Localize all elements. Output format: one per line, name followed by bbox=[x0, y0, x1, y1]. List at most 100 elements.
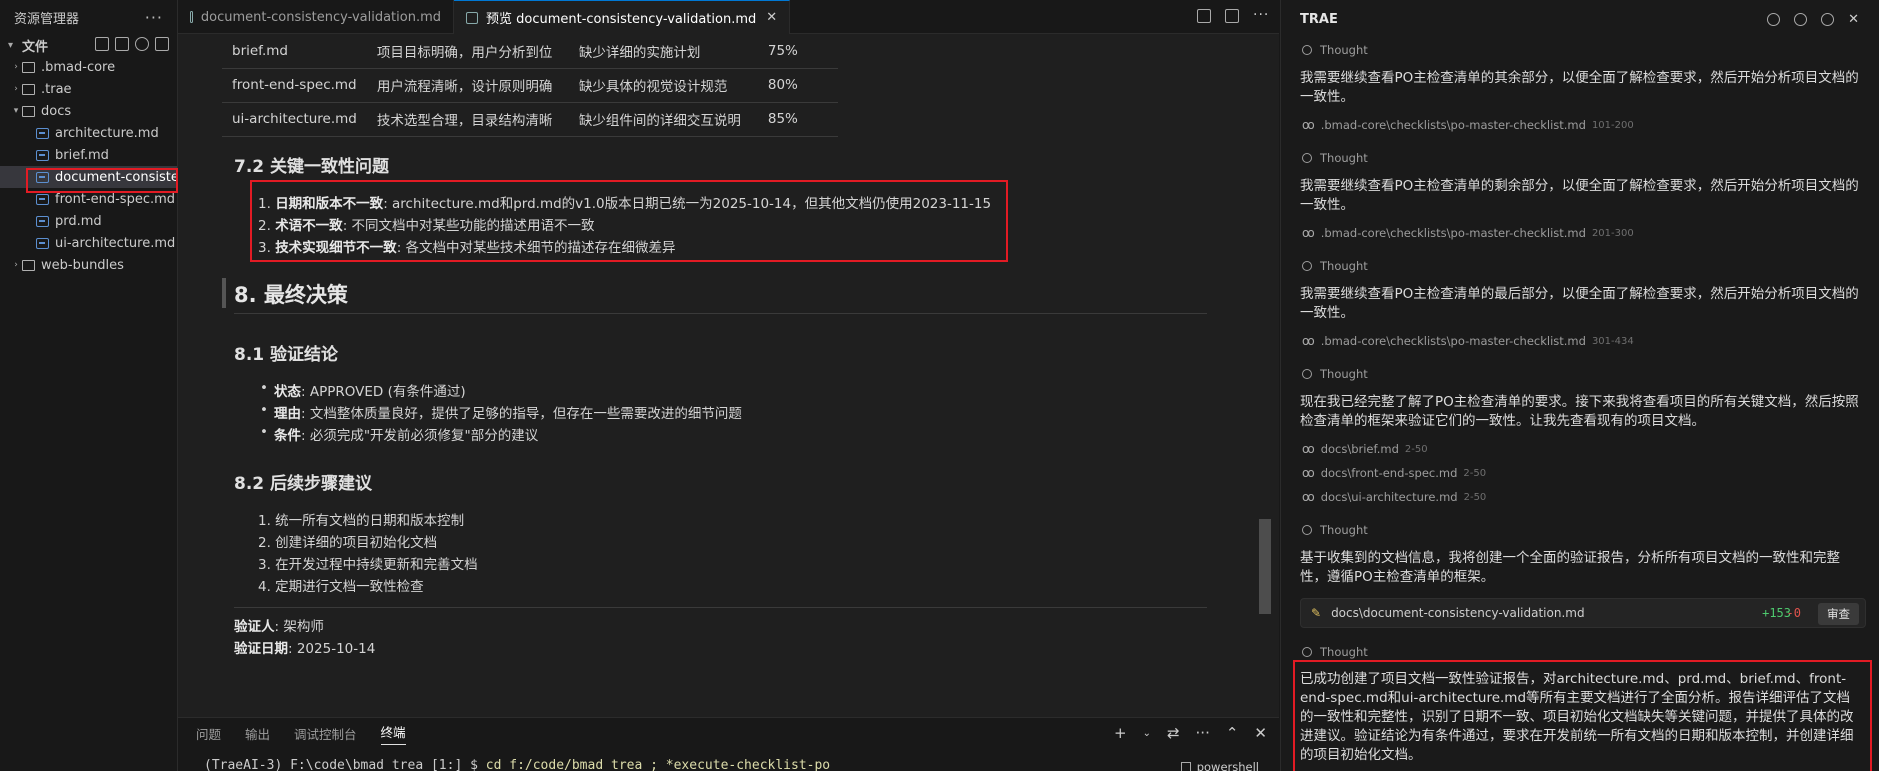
more-icon[interactable]: ··· bbox=[1253, 8, 1268, 23]
thought-icon bbox=[1302, 153, 1312, 163]
new-file-icon[interactable] bbox=[95, 37, 109, 51]
glasses-icon: oo bbox=[1302, 442, 1315, 456]
explorer-sidebar: 资源管理器 ··· ▾ 文件 › .bmad-core › .trae ▾ do… bbox=[0, 0, 178, 771]
file-change-card[interactable]: ✎ docs\document-consistency-validation.m… bbox=[1300, 598, 1866, 628]
tab-label: document-consistency-validation.md bbox=[200, 9, 441, 25]
markdown-preview[interactable]: brief.md 项目目标明确，用户分析到位 缺少详细的实施计划 75% fro… bbox=[178, 34, 1279, 717]
file-reference[interactable]: oo .bmad-core\checklists\po-master-checkl… bbox=[1302, 226, 1634, 240]
review-button[interactable]: 审查 bbox=[1818, 603, 1859, 625]
tab-debug-console[interactable]: 调试控制台 bbox=[294, 724, 357, 743]
scrollbar-thumb[interactable] bbox=[1259, 519, 1271, 614]
tab-output[interactable]: 输出 bbox=[245, 724, 270, 743]
tree-item-label: docs bbox=[41, 103, 72, 119]
split-editor-icon[interactable] bbox=[1225, 9, 1239, 23]
chat-message: 我需要继续查看PO主检查清单的剩余部分，以便全面了解检查要求，然后开始分析项目文… bbox=[1300, 178, 1859, 213]
tree-item-docs[interactable]: ▾ docs bbox=[0, 100, 177, 122]
thought-toggle[interactable]: Thought bbox=[1302, 645, 1368, 659]
list-text: : 文档整体质量良好，提供了足够的指导，但存在一些需要改进的细节问题 bbox=[301, 406, 742, 422]
trae-chat-panel: TRAE ✕ Thought 我需要继续查看PO主检查清单的其余部分，以便全面了… bbox=[1280, 0, 1879, 771]
more-icon[interactable]: ··· bbox=[145, 8, 163, 27]
markdown-file-icon bbox=[36, 171, 49, 183]
list-item: 3. 在开发过程中持续更新和完善文档 bbox=[258, 557, 478, 573]
thought-toggle[interactable]: Thought bbox=[1302, 523, 1368, 537]
preview-icon bbox=[466, 11, 478, 24]
chevron-down-icon: ▾ bbox=[13, 106, 19, 116]
edit-icon: ✎ bbox=[1311, 606, 1322, 620]
tree-item-brief[interactable]: brief.md bbox=[0, 144, 177, 166]
thought-label: Thought bbox=[1320, 259, 1368, 273]
verifier-label: 验证人 bbox=[234, 619, 275, 635]
chevron-down-icon: ▾ bbox=[8, 39, 14, 51]
refresh-icon[interactable] bbox=[135, 37, 149, 51]
close-icon[interactable]: ✕ bbox=[766, 10, 777, 25]
table-cell: 85% bbox=[757, 102, 838, 137]
close-icon[interactable]: ✕ bbox=[1848, 13, 1859, 26]
table-cell: ui-architecture.md bbox=[222, 102, 367, 137]
tab-source[interactable]: document-consistency-validation.md bbox=[178, 0, 454, 34]
lines-removed: -0 bbox=[1786, 606, 1801, 620]
file-reference[interactable]: oo .bmad-core\checklists\po-master-checkl… bbox=[1302, 334, 1634, 348]
tree-item-web-bundles[interactable]: › web-bundles bbox=[0, 254, 177, 276]
file-reference[interactable]: oo docs\brief.md 2-50 bbox=[1302, 442, 1428, 456]
tree-item-label: web-bundles bbox=[41, 257, 124, 273]
table-row: front-end-spec.md 用户流程清晰，设计原则明确 缺少具体的视觉设… bbox=[222, 68, 838, 103]
ref-path: .bmad-core\checklists\po-master-checklis… bbox=[1320, 334, 1586, 348]
thought-icon bbox=[1302, 647, 1312, 657]
table-row: brief.md 项目目标明确，用户分析到位 缺少详细的实施计划 75% bbox=[222, 34, 838, 69]
tree-item-trae[interactable]: › .trae bbox=[0, 78, 177, 100]
gear-icon[interactable] bbox=[1821, 13, 1835, 26]
open-source-icon[interactable] bbox=[1197, 9, 1211, 23]
highlight-box bbox=[250, 180, 1008, 262]
date-line: 验证日期: 2025-10-14 bbox=[234, 637, 375, 657]
tree-item-architecture[interactable]: architecture.md bbox=[0, 122, 177, 144]
explorer-section-files[interactable]: ▾ 文件 bbox=[0, 34, 177, 56]
tree-item-ui-architecture[interactable]: ui-architecture.md bbox=[0, 232, 177, 254]
thought-toggle[interactable]: Thought bbox=[1302, 151, 1368, 165]
tree-item-document-consistency[interactable]: document-consiste... bbox=[0, 166, 177, 188]
chevron-down-icon[interactable]: ⌄ bbox=[1143, 724, 1151, 744]
tree-item-front-end-spec[interactable]: front-end-spec.md bbox=[0, 188, 177, 210]
file-card-path: docs\document-consistency-validation.md bbox=[1331, 606, 1585, 620]
tree-item-label: architecture.md bbox=[55, 125, 159, 141]
terminal-instance[interactable]: powershell bbox=[1180, 760, 1259, 771]
tree-item-prd[interactable]: prd.md bbox=[0, 210, 177, 232]
thought-toggle[interactable]: Thought bbox=[1302, 43, 1368, 57]
table-cell: 技术选型合理，目录结构清晰 bbox=[366, 102, 569, 137]
add-terminal-icon[interactable]: + bbox=[1114, 724, 1127, 744]
terminal-prompt: (TraeAI-3) F:\code\bmad_trea [1:] $ bbox=[204, 758, 486, 771]
verifier-line: 验证人: 架构师 bbox=[234, 615, 324, 635]
more-icon[interactable]: ··· bbox=[1196, 724, 1210, 744]
table-cell: 缺少详细的实施计划 bbox=[568, 34, 758, 69]
tab-terminal[interactable]: 终端 bbox=[380, 722, 406, 745]
split-terminal-icon[interactable]: ⇄ bbox=[1167, 724, 1180, 744]
list-item: 2. 创建详细的项目初始化文档 bbox=[258, 535, 438, 551]
maximize-icon[interactable]: ⌃ bbox=[1226, 724, 1239, 744]
table-cell: brief.md bbox=[222, 34, 367, 69]
new-folder-icon[interactable] bbox=[115, 37, 129, 51]
thought-label: Thought bbox=[1320, 367, 1368, 381]
thought-toggle[interactable]: Thought bbox=[1302, 259, 1368, 273]
heading-8: 8. 最终决策 bbox=[234, 283, 348, 307]
file-reference[interactable]: oo .bmad-core\checklists\po-master-checkl… bbox=[1302, 118, 1634, 132]
file-reference[interactable]: oo docs\ui-architecture.md 2-50 bbox=[1302, 490, 1486, 504]
ref-range: 101-200 bbox=[1591, 119, 1634, 131]
ref-path: docs\brief.md bbox=[1320, 442, 1399, 456]
folder-icon bbox=[22, 259, 35, 271]
tree-item-label: .bmad-core bbox=[41, 59, 116, 75]
folder-icon bbox=[22, 61, 35, 73]
close-icon[interactable]: ✕ bbox=[1254, 724, 1267, 744]
list-text: : APPROVED (有条件通过) bbox=[301, 384, 466, 400]
terminal-line[interactable]: (TraeAI-3) F:\code\bmad_trea [1:] $ cd f… bbox=[204, 758, 830, 771]
new-chat-icon[interactable] bbox=[1767, 13, 1781, 26]
history-icon[interactable] bbox=[1794, 13, 1808, 26]
thought-label: Thought bbox=[1320, 151, 1368, 165]
thought-toggle[interactable]: Thought bbox=[1302, 367, 1368, 381]
file-reference[interactable]: oo docs\front-end-spec.md 2-50 bbox=[1302, 466, 1486, 480]
tree-item-bmad-core[interactable]: › .bmad-core bbox=[0, 56, 177, 78]
collapse-all-icon[interactable] bbox=[155, 37, 169, 51]
tab-problems[interactable]: 问题 bbox=[196, 724, 221, 743]
explorer-header: 资源管理器 ··· bbox=[0, 0, 177, 34]
markdown-file-icon bbox=[36, 193, 49, 205]
tab-preview[interactable]: 预览 document-consistency-validation.md ✕ bbox=[454, 0, 791, 34]
highlight-box bbox=[1293, 660, 1872, 771]
